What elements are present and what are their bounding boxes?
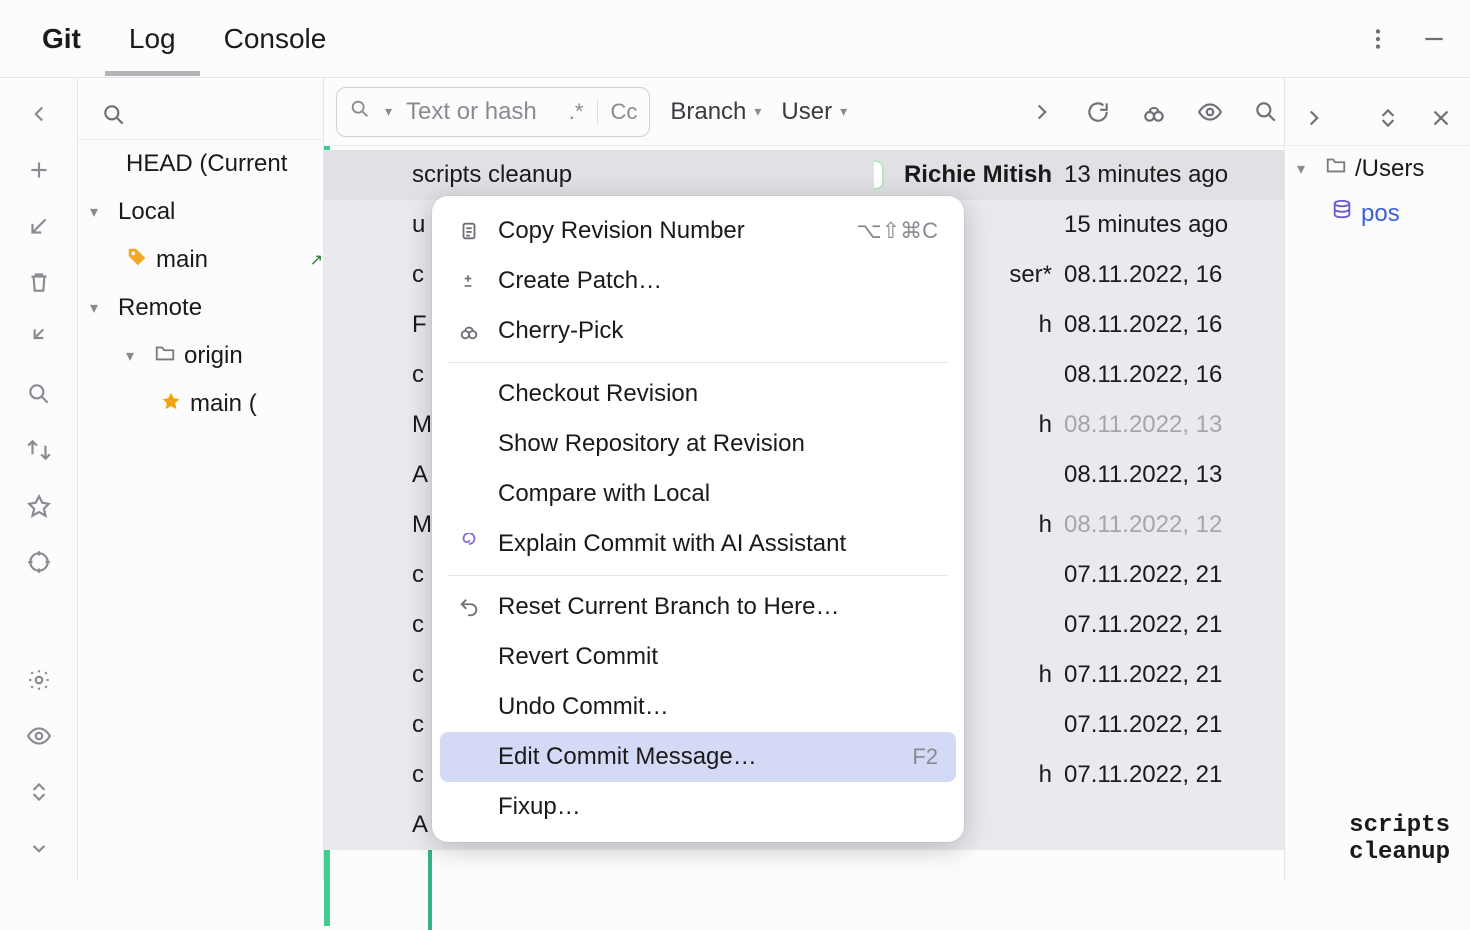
- find-icon[interactable]: [1248, 94, 1284, 130]
- changed-file[interactable]: pos: [1285, 191, 1470, 236]
- spiral-icon: [458, 533, 484, 555]
- folder-icon: [1325, 154, 1347, 183]
- user-filter[interactable]: User▾: [781, 98, 847, 126]
- plus-icon[interactable]: [21, 152, 57, 188]
- local-main-branch[interactable]: main ↗: [78, 236, 323, 284]
- undo-icon: [458, 596, 484, 618]
- commit-row[interactable]: scripts cleanupmainRichie Mitish13 minut…: [324, 150, 1284, 200]
- chevron-left-icon[interactable]: [21, 96, 57, 132]
- trash-icon[interactable]: [21, 264, 57, 300]
- commit-search-input[interactable]: ▾ Text or hash .* Cc: [336, 87, 650, 137]
- more-icon[interactable]: [1360, 21, 1396, 57]
- tag-icon: [126, 246, 148, 275]
- expand-icon[interactable]: [1373, 100, 1403, 136]
- incoming-icon[interactable]: [21, 208, 57, 244]
- search-icon: [349, 98, 371, 126]
- star-icon: [160, 390, 182, 419]
- eye-icon[interactable]: [1192, 94, 1228, 130]
- database-icon: [1331, 199, 1353, 228]
- chevron-right-icon[interactable]: [1024, 94, 1060, 130]
- commit-message-preview: scripts cleanup: [1349, 812, 1450, 866]
- menu-undo-commit[interactable]: Undo Commit…: [440, 682, 956, 732]
- tab-console[interactable]: Console: [200, 3, 351, 75]
- compare-icon[interactable]: [21, 432, 57, 468]
- local-group[interactable]: ▾Local: [78, 188, 323, 236]
- search-icon[interactable]: [21, 376, 57, 412]
- chevron-down-icon: ▾: [385, 103, 392, 120]
- menu-copy-revision[interactable]: Copy Revision Number ⌥⇧⌘C: [440, 206, 956, 256]
- cherry-icon: [458, 320, 484, 342]
- menu-revert[interactable]: Revert Commit: [440, 632, 956, 682]
- file-tree-root[interactable]: ▾ /Users: [1285, 146, 1470, 191]
- regex-toggle[interactable]: .*: [569, 99, 584, 125]
- side-search-icon[interactable]: [96, 97, 132, 133]
- origin-group[interactable]: ▾origin: [78, 332, 323, 380]
- star-outline-icon[interactable]: [21, 488, 57, 524]
- menu-reset-branch[interactable]: Reset Current Branch to Here…: [440, 582, 956, 632]
- collapse-down-icon[interactable]: [21, 830, 57, 866]
- menu-fixup[interactable]: Fixup…: [440, 782, 956, 832]
- gear-icon[interactable]: [21, 662, 57, 698]
- cherry-pick-icon[interactable]: [1136, 94, 1172, 130]
- target-icon[interactable]: [21, 544, 57, 580]
- expand-icon[interactable]: [21, 774, 57, 810]
- eye-icon[interactable]: [21, 718, 57, 754]
- menu-explain-ai[interactable]: Explain Commit with AI Assistant: [440, 519, 956, 569]
- remote-group[interactable]: ▾Remote: [78, 284, 323, 332]
- menu-edit-commit-message[interactable]: Edit Commit Message… F2: [440, 732, 956, 782]
- menu-show-repo[interactable]: Show Repository at Revision: [440, 419, 956, 469]
- checkout-icon: ↗: [310, 250, 323, 270]
- folder-icon: [154, 342, 176, 371]
- menu-compare-local[interactable]: Compare with Local: [440, 469, 956, 519]
- menu-cherry-pick[interactable]: Cherry-Pick: [440, 306, 956, 356]
- minimize-icon[interactable]: [1416, 21, 1452, 57]
- menu-checkout-revision[interactable]: Checkout Revision: [440, 369, 956, 419]
- branch-badge: main: [874, 160, 884, 190]
- merge-icon[interactable]: [21, 320, 57, 356]
- clipboard-icon: [458, 220, 484, 242]
- tab-git[interactable]: Git: [18, 3, 105, 75]
- tab-log[interactable]: Log: [105, 3, 200, 75]
- menu-create-patch[interactable]: Create Patch…: [440, 256, 956, 306]
- close-icon[interactable]: [1426, 100, 1456, 136]
- search-placeholder: Text or hash: [406, 98, 537, 126]
- branch-filter[interactable]: Branch▾: [670, 98, 761, 126]
- commit-context-menu: Copy Revision Number ⌥⇧⌘C Create Patch… …: [432, 196, 964, 842]
- origin-main-branch[interactable]: main (: [78, 380, 323, 428]
- head-branch[interactable]: HEAD (Current: [78, 140, 323, 188]
- case-toggle[interactable]: Cc: [597, 99, 637, 125]
- diff-icon: [458, 271, 484, 291]
- refresh-icon[interactable]: [1080, 94, 1116, 130]
- chevron-right-icon[interactable]: [1299, 100, 1329, 136]
